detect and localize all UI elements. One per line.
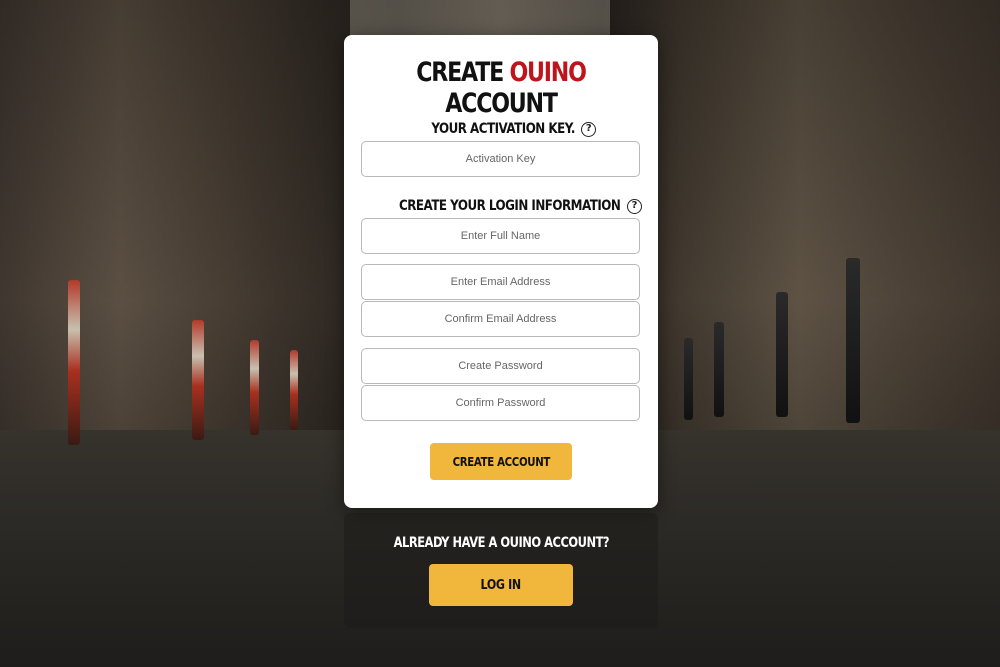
confirm-password-input[interactable]: [361, 385, 640, 421]
title-brand: OUINO: [509, 57, 586, 88]
password-input[interactable]: [361, 348, 640, 384]
login-prompt-label: ALREADY HAVE A OUINO ACCOUNT?: [393, 535, 609, 551]
activation-key-label: YOUR ACTIVATION KEY. ?: [344, 121, 658, 137]
create-account-button[interactable]: CREATE ACCOUNT: [430, 443, 572, 480]
email-input[interactable]: [361, 264, 640, 300]
confirm-email-input[interactable]: [361, 301, 640, 337]
login-button[interactable]: LOG IN: [429, 564, 573, 606]
activation-key-input[interactable]: [361, 141, 640, 177]
signup-card: CREATE OUINO ACCOUNT YOUR ACTIVATION KEY…: [344, 35, 658, 508]
activation-key-label-text: YOUR ACTIVATION KEY.: [431, 121, 575, 137]
login-button-label: LOG IN: [480, 577, 522, 593]
login-info-label: CREATE YOUR LOGIN INFORMATION ?: [344, 198, 658, 214]
question-circle-icon[interactable]: ?: [626, 198, 642, 214]
background-post: [68, 280, 80, 445]
question-circle-icon[interactable]: ?: [580, 121, 596, 137]
background-post: [846, 258, 860, 423]
background-post: [776, 292, 788, 417]
title-suffix: ACCOUNT: [445, 88, 558, 119]
background-post: [714, 322, 724, 417]
login-prompt-text: ALREADY HAVE A OUINO ACCOUNT?: [344, 535, 658, 551]
create-account-button-label: CREATE ACCOUNT: [452, 454, 550, 469]
background-post: [250, 340, 259, 435]
background-post: [290, 350, 298, 430]
full-name-input[interactable]: [361, 218, 640, 254]
title-prefix: CREATE: [416, 57, 510, 88]
login-prompt-panel: ALREADY HAVE A OUINO ACCOUNT? LOG IN: [344, 513, 658, 628]
login-info-label-text: CREATE YOUR LOGIN INFORMATION: [399, 198, 621, 214]
background-post: [192, 320, 204, 440]
page-title: CREATE OUINO ACCOUNT: [372, 57, 629, 119]
background-post: [684, 338, 693, 420]
